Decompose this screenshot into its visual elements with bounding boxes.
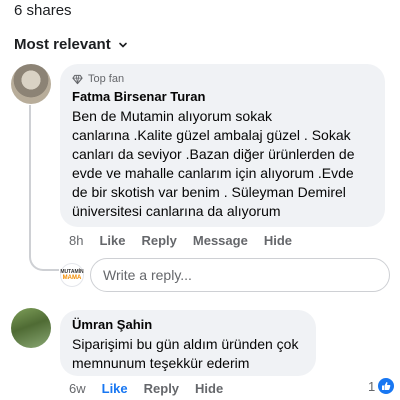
comment-line: Siparişimi bu gün aldım üründen çok: [72, 336, 299, 352]
comment-line: Ben de Mutamin alıyorum sokak: [72, 108, 272, 124]
comment-line: üniversitesi canlarına da alıyorum: [72, 203, 281, 219]
reply-button[interactable]: Reply: [141, 233, 176, 248]
reaction-count: 1: [368, 378, 376, 394]
comment-bubble: Top fan Fatma Birsenar Turan Ben de Muta…: [60, 64, 385, 227]
reply-input[interactable]: [90, 258, 390, 292]
avatar[interactable]: [11, 308, 51, 348]
comment-timestamp[interactable]: 8h: [69, 233, 83, 248]
thread-connector: [29, 245, 59, 271]
sort-label: Most relevant: [14, 36, 111, 53]
hide-button[interactable]: Hide: [264, 233, 292, 248]
avatar[interactable]: [11, 64, 51, 104]
comment-text: Ben de Mutamin alıyorum sokak canlarına …: [72, 107, 373, 221]
page-avatar: MUTAMİN MAMA: [60, 263, 84, 287]
thread-line: [29, 105, 31, 255]
comment-author[interactable]: Fatma Birsenar Turan: [72, 89, 373, 104]
top-fan-badge[interactable]: Top fan: [72, 72, 373, 86]
comment-timestamp[interactable]: 6w: [69, 381, 86, 396]
message-button[interactable]: Message: [193, 233, 248, 248]
diamond-icon: [72, 74, 83, 84]
comment-line: de bir skotish var benim . Süleyman Demi…: [72, 184, 346, 200]
comment-line: memnunum teşekkür ederim: [72, 355, 250, 371]
shares-count[interactable]: 6 shares: [14, 2, 72, 19]
comment-author[interactable]: Ümran Şahin: [72, 317, 304, 332]
comment-line: evde ve mahalle canlarım için alıyorum .…: [72, 165, 354, 181]
top-fan-label: Top fan: [88, 73, 125, 85]
chevron-down-icon: [118, 42, 127, 48]
comment-line: canları da seviyor .Bazan diğer ürünlerd…: [72, 146, 355, 162]
like-button[interactable]: Like: [99, 233, 125, 248]
like-icon: [378, 378, 395, 394]
comment-actions: 8h Like Reply Message Hide: [69, 233, 292, 248]
comment-line: canlarına .Kalite güzel ambalaj güzel . …: [72, 127, 351, 143]
like-button[interactable]: Like: [102, 381, 128, 396]
hide-button[interactable]: Hide: [195, 381, 223, 396]
reaction-summary[interactable]: 1: [368, 378, 395, 394]
page-logo-text: MAMA: [62, 275, 82, 281]
sort-dropdown[interactable]: Most relevant: [14, 36, 128, 53]
comment-bubble: Ümran Şahin Siparişimi bu gün aldım ürün…: [60, 310, 316, 376]
reply-button[interactable]: Reply: [144, 381, 179, 396]
comment-actions: 6w Like Reply Hide: [69, 381, 223, 396]
comment-text: Siparişimi bu gün aldım üründen çok memn…: [72, 335, 304, 373]
